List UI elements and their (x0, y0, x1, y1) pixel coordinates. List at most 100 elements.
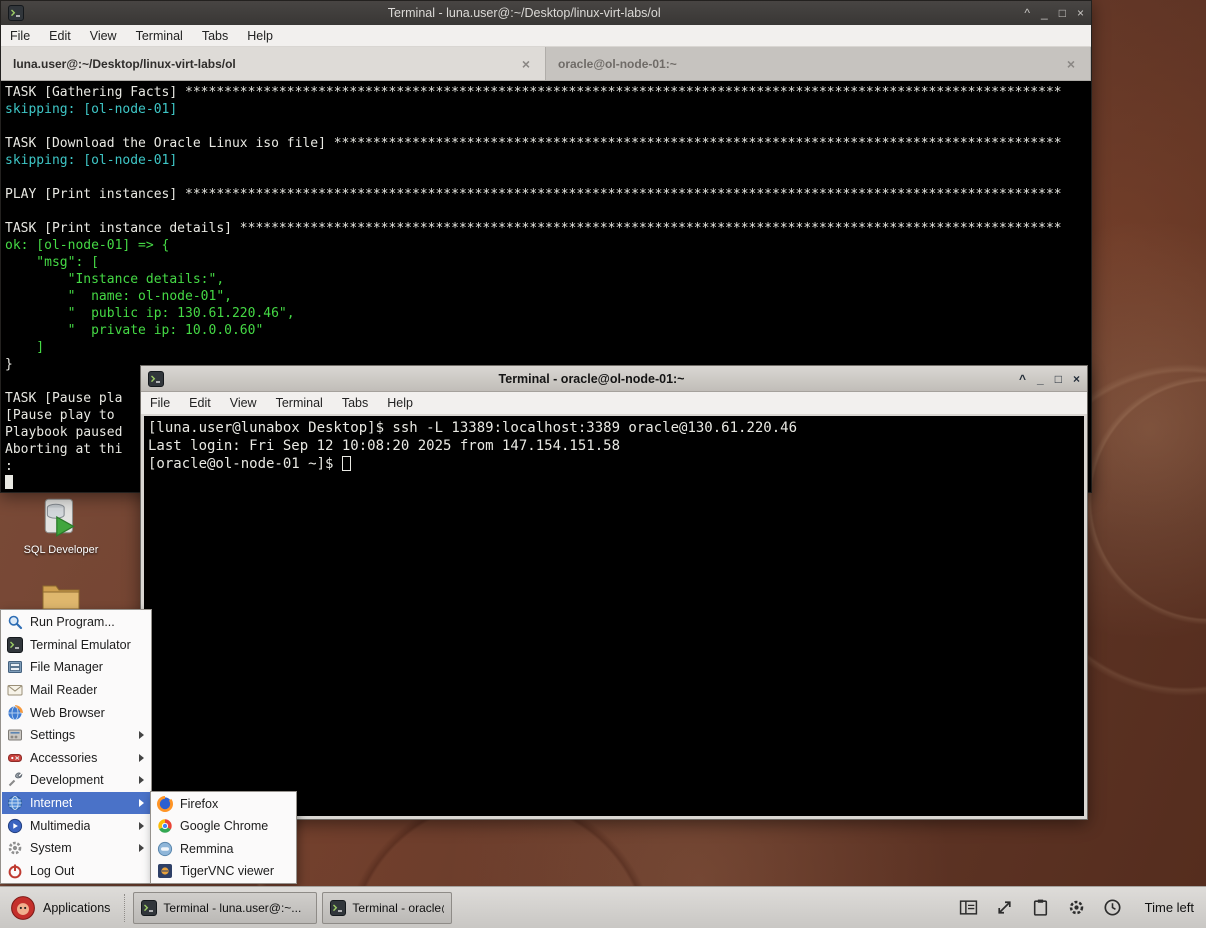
titlebar[interactable]: Terminal - luna.user@:~/Desktop/linux-vi… (1, 1, 1091, 25)
menu-item-label: Internet (30, 796, 73, 811)
clock-icon[interactable] (1103, 898, 1122, 917)
chrome-icon (157, 818, 173, 834)
taskbar-button-terminal-oracle-ol-no[interactable]: Terminal - oracle@ol-no... (322, 891, 453, 924)
settings-icon (7, 727, 23, 743)
clipboard-icon[interactable] (1031, 898, 1050, 917)
terminal-line: [luna.user@lunabox Desktop]$ ssh -L 1338… (148, 420, 798, 436)
tab-close-icon[interactable]: × (519, 56, 533, 72)
file-manager-icon (7, 659, 23, 675)
menu-item-system[interactable]: System (2, 837, 150, 860)
logout-icon (7, 863, 23, 879)
tray-icons (959, 898, 1122, 917)
resize-icon[interactable] (995, 898, 1014, 917)
terminal-line: ] (5, 340, 45, 355)
submenu-arrow-icon (139, 731, 144, 740)
menu-item-multimedia[interactable]: Multimedia (2, 814, 150, 837)
tab-label: oracle@ol-node-01:~ (558, 56, 677, 71)
tab-luna-user-desktop-linux-virt-labs-ol[interactable]: luna.user@:~/Desktop/linux-virt-labs/ol × (1, 47, 546, 80)
terminal-line: " private ip: 10.0.0.60" (5, 323, 264, 338)
terminal-icon (7, 636, 23, 653)
window-rollup-button[interactable]: ^ (1024, 7, 1030, 19)
window-close-button[interactable]: × (1073, 373, 1080, 385)
time-left-label: Time left (1144, 900, 1194, 915)
tab-label: luna.user@:~/Desktop/linux-virt-labs/ol (13, 56, 236, 71)
menubar-item-terminal[interactable]: Terminal (276, 396, 323, 410)
menu-item-remmina[interactable]: Remmina (152, 838, 295, 860)
titlebar[interactable]: Terminal - oracle@ol-node-01:~ ^ _ □ × (141, 366, 1087, 392)
terminal-icon (148, 370, 164, 387)
gear-icon[interactable] (1067, 898, 1086, 917)
mail-icon (7, 682, 23, 698)
applications-button[interactable]: Applications (4, 892, 116, 924)
menu-item-development[interactable]: Development (2, 769, 150, 792)
menu-item-label: File Manager (30, 660, 103, 675)
window-close-button[interactable]: × (1077, 7, 1084, 19)
terminal-icon (141, 899, 158, 916)
window-minimize-button[interactable]: _ (1041, 7, 1048, 19)
menu-item-terminal-emulator[interactable]: Terminal Emulator (2, 634, 150, 657)
menubar-item-view[interactable]: View (230, 396, 257, 410)
menu-item-tigervnc-viewer[interactable]: TigerVNC viewer (152, 860, 295, 882)
terminal-line: "msg": [ (5, 255, 99, 270)
menu-item-label: Terminal Emulator (30, 637, 131, 652)
menu-item-label: Google Chrome (180, 819, 269, 834)
menu-item-web-browser[interactable]: Web Browser (2, 701, 150, 724)
menu-item-settings[interactable]: Settings (2, 724, 150, 747)
menu-item-label: Log Out (30, 863, 75, 878)
menu-item-file-manager[interactable]: File Manager (2, 656, 150, 679)
menu-item-firefox[interactable]: Firefox (152, 793, 295, 815)
terminal-output-oracle[interactable]: [luna.user@lunabox Desktop]$ ssh -L 1338… (144, 416, 1084, 816)
terminal-line: TASK [Gathering Facts] *****************… (5, 85, 1062, 100)
menubar-item-view[interactable]: View (90, 29, 117, 43)
menubar-item-file[interactable]: File (10, 29, 30, 43)
system-icon (7, 840, 23, 856)
remmina-icon (157, 841, 173, 857)
terminal-line: Last login: Fri Sep 12 10:08:20 2025 fro… (148, 438, 621, 454)
menu-item-accessories[interactable]: Accessories (2, 747, 150, 770)
menu-item-label: TigerVNC viewer (180, 864, 275, 879)
menubar-item-file[interactable]: File (150, 396, 170, 410)
menu-item-label: Firefox (180, 797, 219, 812)
menu-item-run-program[interactable]: Run Program... (2, 611, 150, 634)
window-maximize-button[interactable]: □ (1059, 7, 1066, 19)
menubar-item-terminal[interactable]: Terminal (136, 29, 183, 43)
menu-item-label: System (30, 841, 72, 856)
terminal-line: PLAY [Print instances] *****************… (5, 187, 1062, 202)
menubar-item-tabs[interactable]: Tabs (202, 29, 228, 43)
applications-menu: Run Program... Terminal Emulator File Mana… (0, 609, 152, 885)
window-controls: ^ _ □ × (1024, 7, 1084, 19)
taskbar: Applications Terminal - luna.user@:~... T… (0, 886, 1206, 928)
menubar-item-help[interactable]: Help (247, 29, 273, 43)
terminal-cursor (5, 475, 13, 489)
applications-label: Applications (43, 900, 111, 915)
tigervnc-icon (157, 863, 173, 879)
terminal-line: skipping: [ol-node-01] (5, 102, 178, 117)
terminal-icon (8, 5, 24, 21)
desktop-icon-sql-developer[interactable]: SQL Developer (20, 496, 102, 558)
menu-item-mail-reader[interactable]: Mail Reader (2, 679, 150, 702)
submenu-arrow-icon (139, 821, 144, 830)
menu-item-log-out[interactable]: Log Out (2, 860, 150, 883)
tab-oracle-ol-node-01[interactable]: oracle@ol-node-01:~ × (546, 47, 1091, 80)
menu-item-internet[interactable]: Internet (2, 791, 150, 815)
tab-close-icon[interactable]: × (1064, 56, 1078, 72)
desktop-icon-label: SQL Developer (23, 544, 99, 556)
terminal-line: TASK [Download the Oracle Linux iso file… (5, 136, 1062, 151)
window-maximize-button[interactable]: □ (1055, 373, 1062, 385)
internet-icon (7, 795, 23, 811)
menubar-item-edit[interactable]: Edit (49, 29, 71, 43)
window-minimize-button[interactable]: _ (1037, 373, 1044, 385)
taskbar-button-terminal-luna-user[interactable]: Terminal - luna.user@:~... (133, 891, 318, 924)
submenu-arrow-icon (139, 799, 144, 808)
terminal-line: "Instance details:", (5, 272, 225, 287)
menubar-item-tabs[interactable]: Tabs (342, 396, 368, 410)
layout-icon[interactable] (959, 898, 978, 917)
folder-icon (41, 581, 81, 611)
window-rollup-button[interactable]: ^ (1019, 373, 1026, 385)
menu-item-google-chrome[interactable]: Google Chrome (152, 815, 295, 837)
menubar-item-edit[interactable]: Edit (189, 396, 211, 410)
menubar-item-help[interactable]: Help (387, 396, 413, 410)
development-icon (7, 772, 23, 788)
